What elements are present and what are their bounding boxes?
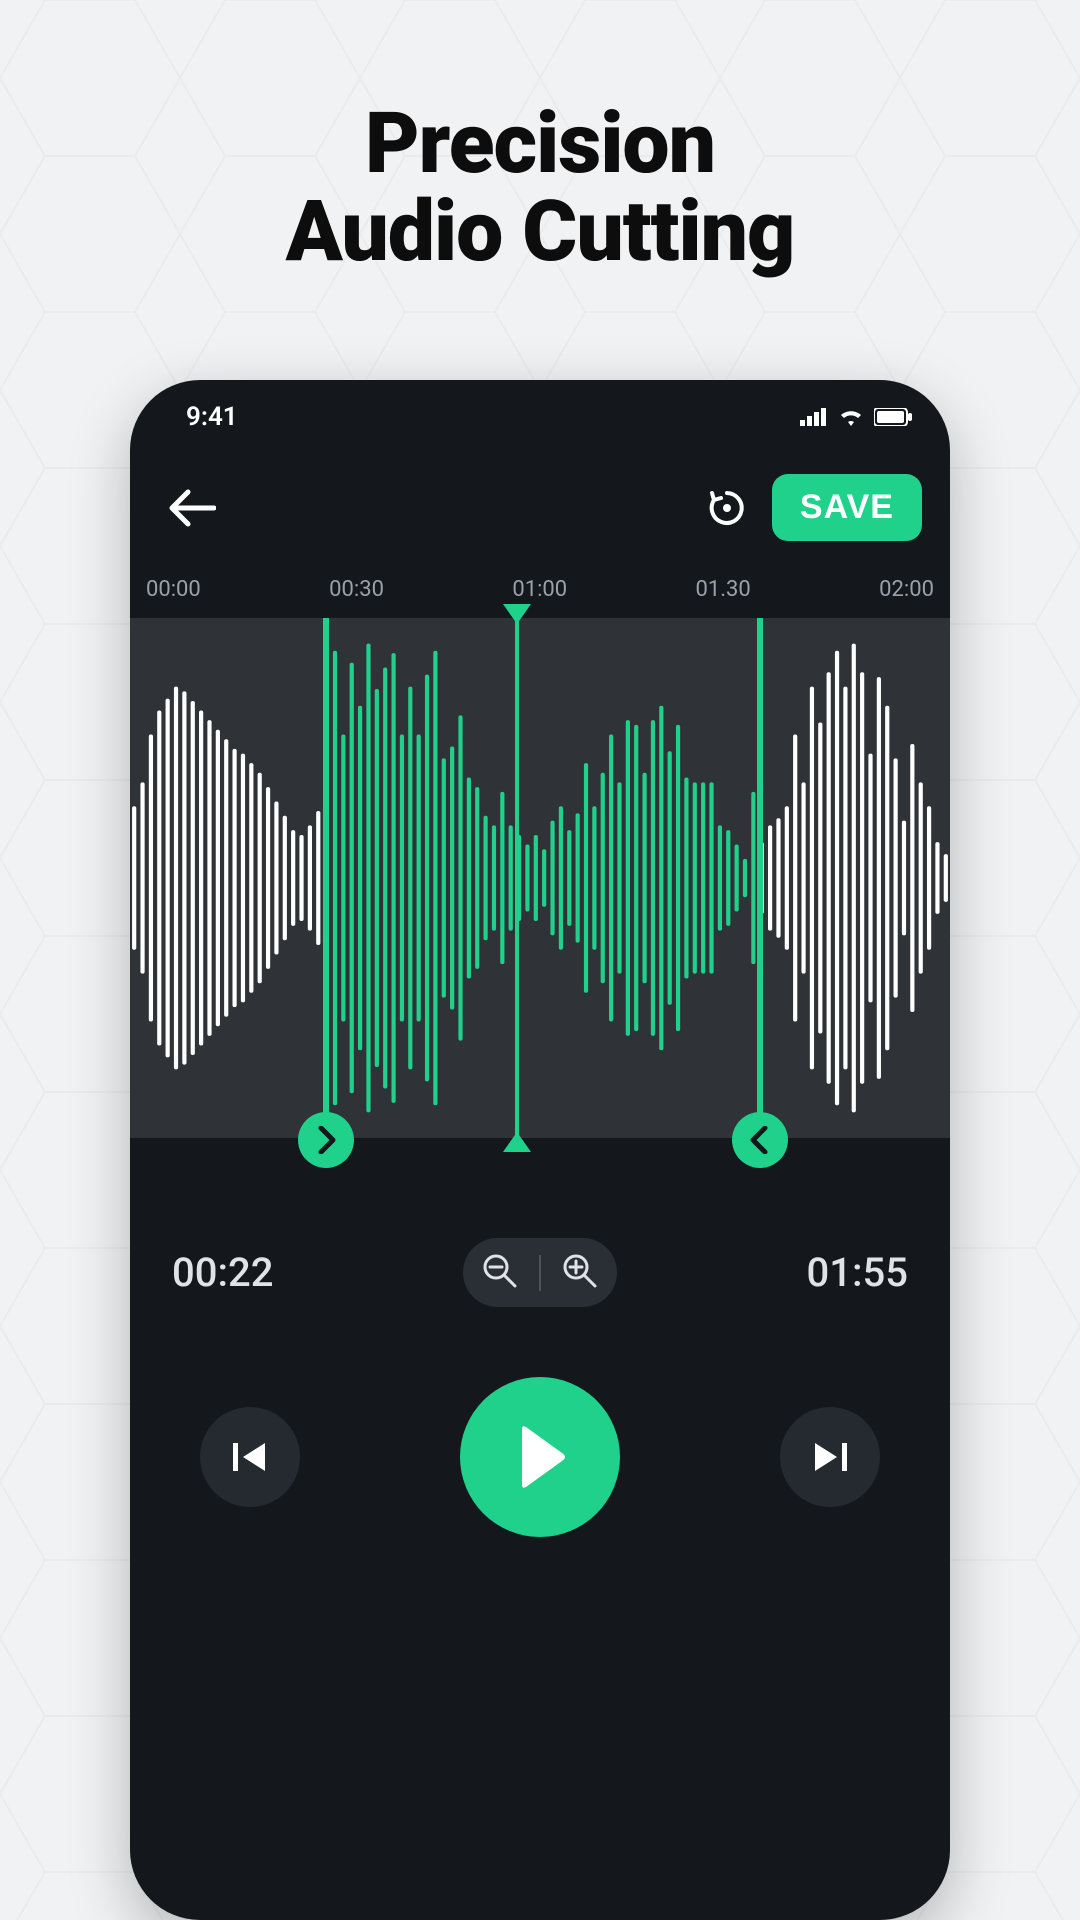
battery-icon — [874, 408, 912, 426]
ruler-tick: 02:00 — [879, 577, 934, 602]
reset-icon — [706, 487, 748, 529]
transport-controls — [130, 1307, 950, 1537]
skip-forward-icon — [809, 1439, 851, 1475]
wifi-icon — [838, 408, 864, 426]
cellular-icon — [800, 408, 828, 426]
selection-end-time: 01:55 — [807, 1249, 908, 1296]
page-title: Precision Audio Cutting — [0, 100, 1080, 276]
skip-back-button[interactable] — [200, 1407, 300, 1507]
playhead[interactable] — [515, 606, 519, 1150]
trim-start-handle[interactable] — [323, 618, 329, 1138]
waveform-svg — [130, 618, 950, 1138]
ruler-tick: 01:00 — [512, 577, 567, 602]
headline-line2: Audio Cutting — [0, 188, 1080, 276]
zoom-in-button[interactable] — [555, 1246, 605, 1299]
play-button[interactable] — [460, 1377, 620, 1537]
statusbar-indicators — [800, 408, 912, 426]
zoom-in-icon — [561, 1252, 599, 1290]
status-bar: 9:41 — [130, 380, 950, 440]
zoom-out-button[interactable] — [475, 1246, 525, 1299]
waveform-area[interactable] — [130, 618, 950, 1138]
trim-start-knob[interactable] — [298, 1112, 354, 1168]
chevron-left-icon — [749, 1126, 771, 1154]
chevron-right-icon — [315, 1126, 337, 1154]
time-zoom-row: 00:22 01:55 — [130, 1198, 950, 1307]
ruler-tick: 00:00 — [146, 577, 201, 602]
reset-button[interactable] — [706, 487, 748, 529]
arrow-left-icon — [168, 488, 216, 528]
selection-start-time: 00:22 — [172, 1249, 273, 1296]
save-button[interactable]: SAVE — [772, 474, 922, 541]
zoom-out-icon — [481, 1252, 519, 1290]
skip-forward-button[interactable] — [780, 1407, 880, 1507]
play-icon — [512, 1425, 568, 1489]
zoom-controls — [463, 1238, 617, 1307]
phone-frame: 9:41 SAVE 00:00 00:30 01:00 01.30 02:00 — [130, 380, 950, 1920]
trim-end-handle[interactable] — [757, 618, 763, 1138]
trim-end-knob[interactable] — [732, 1112, 788, 1168]
skip-back-icon — [229, 1439, 271, 1475]
top-bar: SAVE — [130, 440, 950, 551]
time-ruler: 00:00 00:30 01:00 01.30 02:00 — [130, 551, 950, 612]
back-button[interactable] — [168, 488, 216, 528]
statusbar-time: 9:41 — [186, 402, 238, 432]
ruler-tick: 01.30 — [696, 577, 751, 602]
zoom-separator — [539, 1255, 541, 1291]
headline-line1: Precision — [0, 100, 1080, 188]
ruler-tick: 00:30 — [329, 577, 384, 602]
